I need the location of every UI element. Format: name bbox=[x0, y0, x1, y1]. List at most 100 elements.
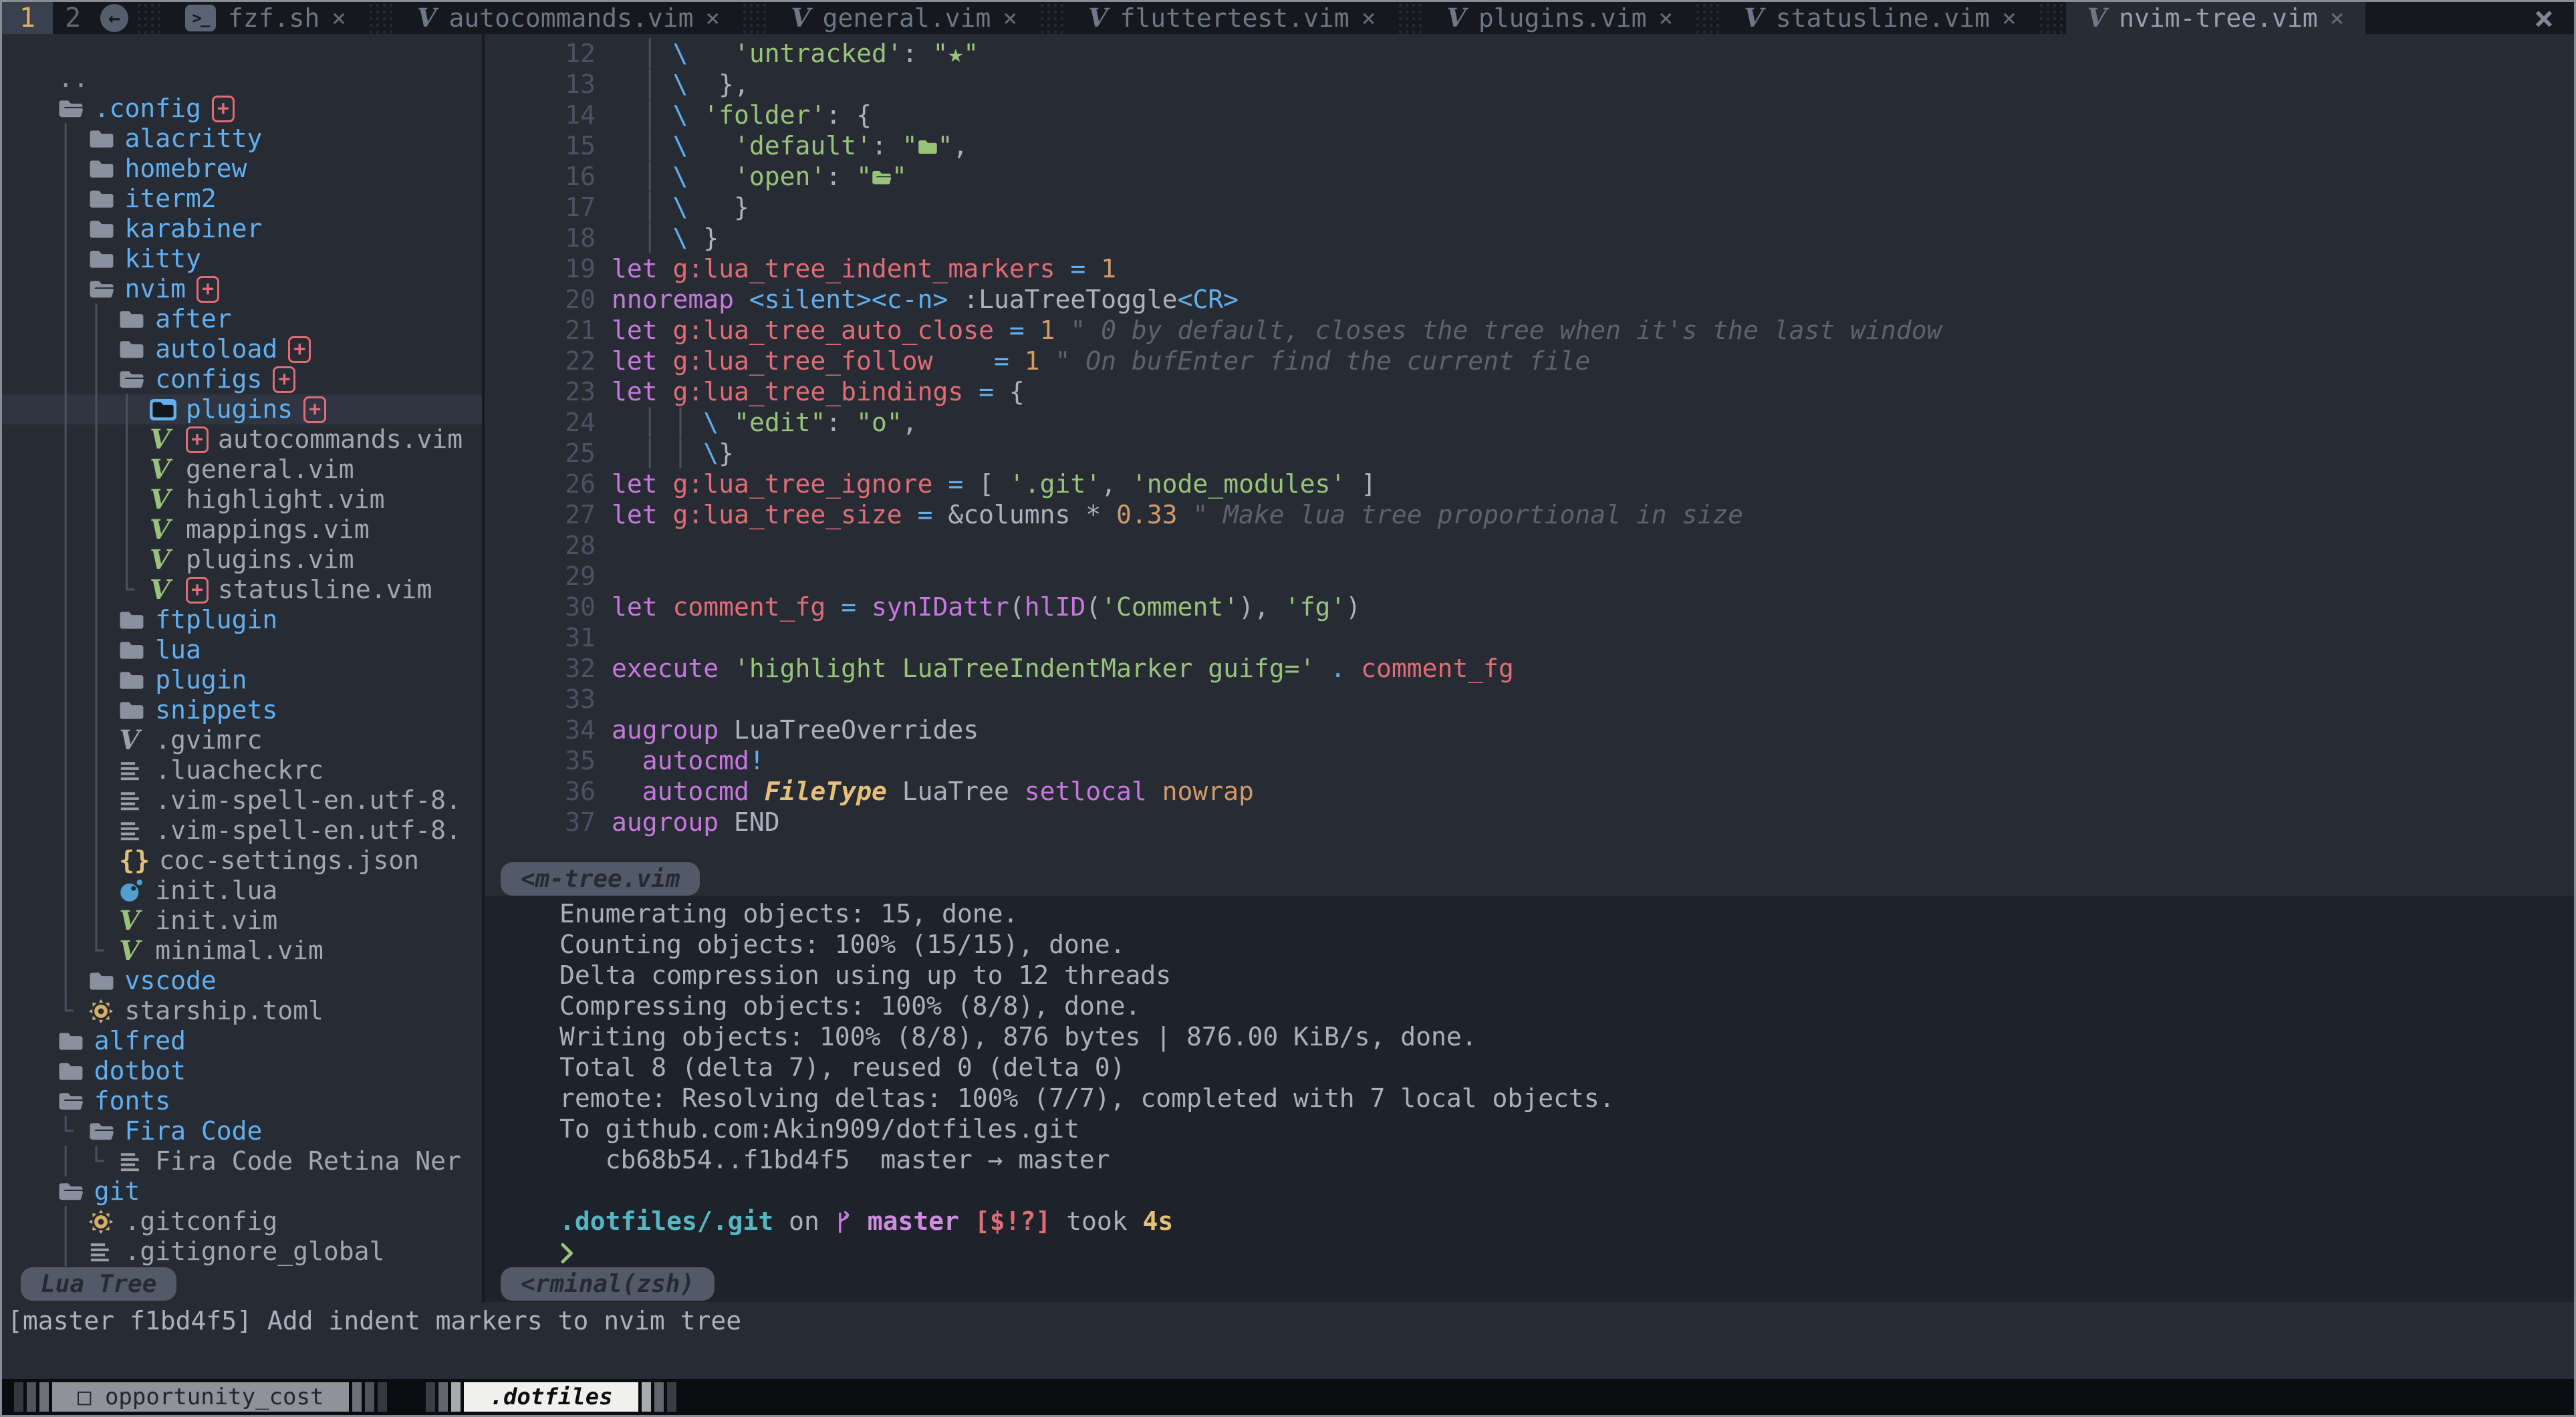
tree-item-nvim[interactable]: │ nvim+ bbox=[2, 274, 482, 304]
buffer-tab-fluttertest.vim[interactable]: Vfluttertest.vim× bbox=[1067, 2, 1397, 34]
tree-item-.config[interactable]: .config+ bbox=[2, 94, 482, 124]
tree-guides: │ bbox=[27, 1237, 89, 1267]
tree-item-.vim-spell-en.utf-8.[interactable]: │ │ .vim-spell-en.utf-8. bbox=[2, 815, 482, 846]
tree-item-configs[interactable]: │ │ configs+ bbox=[2, 364, 482, 394]
editor-line-25[interactable]: 25 │ │ \} bbox=[485, 438, 2574, 469]
tab-close-icon[interactable]: × bbox=[1659, 5, 1674, 32]
tree-item-dotbot[interactable]: dotbot bbox=[2, 1056, 482, 1086]
editor-line-17[interactable]: 17 │ \ } bbox=[485, 192, 2574, 223]
editor-line-18[interactable]: 18 │ \ } bbox=[485, 223, 2574, 253]
editor-pane[interactable]: 12 │ \ 'untracked': "★"13 │ \ },14 │ \ '… bbox=[485, 34, 2574, 896]
editor-line-22[interactable]: 22let g:lua_tree_follow = 1 " On bufEnte… bbox=[485, 346, 2574, 376]
tree-item-ftplugin[interactable]: │ │ ftplugin bbox=[2, 605, 482, 635]
back-circle-icon[interactable]: ← bbox=[100, 4, 128, 32]
buffer-tab-plugins.vim[interactable]: Vplugins.vim× bbox=[1425, 2, 1694, 34]
tab-close-icon[interactable]: × bbox=[706, 5, 721, 32]
tree-item-lua[interactable]: │ │ lua bbox=[2, 635, 482, 665]
editor-line-26[interactable]: 26let g:lua_tree_ignore = [ '.git', 'nod… bbox=[485, 469, 2574, 499]
tree-item-after[interactable]: │ │ after bbox=[2, 304, 482, 334]
tree-item-coc-settings.json[interactable]: │ │ {}coc-settings.json bbox=[2, 846, 482, 876]
tree-item-.luacheckrc[interactable]: │ │ .luacheckrc bbox=[2, 755, 482, 785]
editor-line-15[interactable]: 15 │ \ 'default': "", bbox=[485, 130, 2574, 161]
tree-item-label: ftplugin bbox=[155, 605, 277, 635]
folder-open-icon bbox=[89, 1121, 114, 1142]
editor-line-33[interactable]: 33 bbox=[485, 684, 2574, 715]
segment-ramp bbox=[352, 1382, 362, 1412]
tree-item-homebrew[interactable]: │ homebrew bbox=[2, 154, 482, 184]
buffer-tab-fzf.sh[interactable]: >_fzf.sh× bbox=[164, 2, 368, 34]
tree-guides bbox=[27, 1086, 58, 1116]
tree-item-Fira Code Retina Ner[interactable]: │ └ Fira Code Retina Ner bbox=[2, 1146, 482, 1176]
buffer-tab-autocommands.vim[interactable]: Vautocommands.vim× bbox=[396, 2, 741, 34]
editor-line-34[interactable]: 34augroup LuaTreeOverrides bbox=[485, 715, 2574, 745]
editor-line-28[interactable]: 28 bbox=[485, 530, 2574, 561]
tree-item-general.vim[interactable]: │ │ │ Vgeneral.vim bbox=[2, 455, 482, 485]
editor-line-37[interactable]: 37augroup END bbox=[485, 807, 2574, 838]
tree-item-..[interactable]: .. bbox=[2, 63, 482, 94]
tab-close-icon[interactable]: × bbox=[2330, 5, 2345, 32]
tmux-window-□ opportunity_cost[interactable]: □ opportunity_cost bbox=[14, 1382, 387, 1412]
tab-close-icon[interactable]: × bbox=[1362, 5, 1376, 32]
tmux-window-.dotfiles[interactable]: .dotfiles bbox=[426, 1382, 676, 1412]
tree-item-statusline.vim[interactable]: │ │ └ V+statusline.vim bbox=[2, 575, 482, 605]
editor-line-31[interactable]: 31 bbox=[485, 622, 2574, 653]
editor-line-35[interactable]: 35 autocmd! bbox=[485, 745, 2574, 776]
tree-item-minimal.vim[interactable]: │ └ Vminimal.vim bbox=[2, 936, 482, 966]
tree-item-plugins[interactable]: │ │ │ plugins+ bbox=[2, 394, 482, 424]
tree-item-git[interactable]: git bbox=[2, 1176, 482, 1206]
tree-item-.gitconfig[interactable]: │ .gitconfig bbox=[2, 1206, 482, 1237]
buffer-tab-nvim-tree.vim[interactable]: Vnvim-tree.vim× bbox=[2066, 2, 2366, 34]
buffer-tab-general.vim[interactable]: Vgeneral.vim× bbox=[769, 2, 1039, 34]
editor-line-29[interactable]: 29 bbox=[485, 561, 2574, 592]
tree-item-mappings.vim[interactable]: │ │ │ Vmappings.vim bbox=[2, 515, 482, 545]
editor-line-16[interactable]: 16 │ \ 'open': "" bbox=[485, 161, 2574, 192]
vim-icon: V bbox=[119, 727, 140, 754]
file-tree-pane[interactable]: .. .config+ │ alacritty │ homebrew │ ite… bbox=[2, 34, 482, 1302]
editor-line-36[interactable]: 36 autocmd FileType LuaTree setlocal now… bbox=[485, 776, 2574, 807]
editor-line-30[interactable]: 30let comment_fg = synIDattr(hlID('Comme… bbox=[485, 592, 2574, 622]
tree-item-init.vim[interactable]: │ │ Vinit.vim bbox=[2, 906, 482, 936]
tree-item-karabiner[interactable]: │ karabiner bbox=[2, 214, 482, 244]
tree-item-plugins.vim[interactable]: │ │ │ Vplugins.vim bbox=[2, 545, 482, 575]
editor-line-14[interactable]: 14 │ \ 'folder': { bbox=[485, 100, 2574, 130]
tabline: 1 2 ← >_fzf.sh× Vautocommands.vim× Vgenera… bbox=[2, 2, 2574, 34]
tab-close-icon[interactable]: × bbox=[2002, 5, 2017, 32]
tabpage-other[interactable]: 2 bbox=[53, 2, 93, 34]
tree-item-autoload[interactable]: │ │ autoload+ bbox=[2, 334, 482, 364]
editor-line-12[interactable]: 12 │ \ 'untracked': "★" bbox=[485, 38, 2574, 69]
tree-guides: └ bbox=[27, 1116, 89, 1146]
editor-line-13[interactable]: 13 │ \ }, bbox=[485, 69, 2574, 100]
tree-item-highlight.vim[interactable]: │ │ │ Vhighlight.vim bbox=[2, 485, 482, 515]
tree-item-label: plugin bbox=[155, 665, 247, 695]
editor-line-21[interactable]: 21let g:lua_tree_auto_close = 1 " 0 by d… bbox=[485, 315, 2574, 346]
tree-item-.gvimrc[interactable]: │ │ V.gvimrc bbox=[2, 725, 482, 755]
terminal-pane[interactable]: Enumerating objects: 15, done.Counting o… bbox=[485, 896, 2574, 1302]
tree-item-.vim-spell-en.utf-8.[interactable]: │ │ .vim-spell-en.utf-8. bbox=[2, 785, 482, 815]
close-all-icon[interactable]: × bbox=[2534, 2, 2574, 34]
tree-item-iterm2[interactable]: │ iterm2 bbox=[2, 184, 482, 214]
editor-line-27[interactable]: 27let g:lua_tree_size = &columns * 0.33 … bbox=[485, 499, 2574, 530]
tree-item-plugin[interactable]: │ │ plugin bbox=[2, 665, 482, 695]
tree-item-starship.toml[interactable]: └ starship.toml bbox=[2, 996, 482, 1026]
editor-line-24[interactable]: 24 │ │ \ "edit": "o", bbox=[485, 407, 2574, 438]
tree-item-vscode[interactable]: │ vscode bbox=[2, 966, 482, 996]
tree-guides: │ │ │ bbox=[27, 455, 150, 485]
editor-line-32[interactable]: 32execute 'highlight LuaTreeIndentMarker… bbox=[485, 653, 2574, 684]
tree-item-init.lua[interactable]: │ │ init.lua bbox=[2, 876, 482, 906]
tree-item-fonts[interactable]: fonts bbox=[2, 1086, 482, 1116]
tab-close-icon[interactable]: × bbox=[1003, 5, 1017, 32]
line-number: 12 bbox=[485, 38, 596, 69]
tree-item-.gitignore_global[interactable]: │ .gitignore_global bbox=[2, 1237, 482, 1267]
tree-item-snippets[interactable]: │ │ snippets bbox=[2, 695, 482, 725]
buffer-tab-statusline.vim[interactable]: Vstatusline.vim× bbox=[1722, 2, 2037, 34]
tree-item-Fira Code[interactable]: └ Fira Code bbox=[2, 1116, 482, 1146]
tree-item-autocommands.vim[interactable]: │ │ │ V+autocommands.vim bbox=[2, 424, 482, 455]
editor-line-23[interactable]: 23let g:lua_tree_bindings = { bbox=[485, 376, 2574, 407]
editor-line-19[interactable]: 19let g:lua_tree_indent_markers = 1 bbox=[485, 253, 2574, 284]
editor-line-20[interactable]: 20nnoremap <silent><c-n> :LuaTreeToggle<… bbox=[485, 284, 2574, 315]
tree-item-kitty[interactable]: │ kitty bbox=[2, 244, 482, 274]
tab-close-icon[interactable]: × bbox=[332, 5, 346, 32]
tabpage-current[interactable]: 1 bbox=[2, 2, 53, 34]
tree-item-alfred[interactable]: alfred bbox=[2, 1026, 482, 1056]
tree-item-alacritty[interactable]: │ alacritty bbox=[2, 124, 482, 154]
